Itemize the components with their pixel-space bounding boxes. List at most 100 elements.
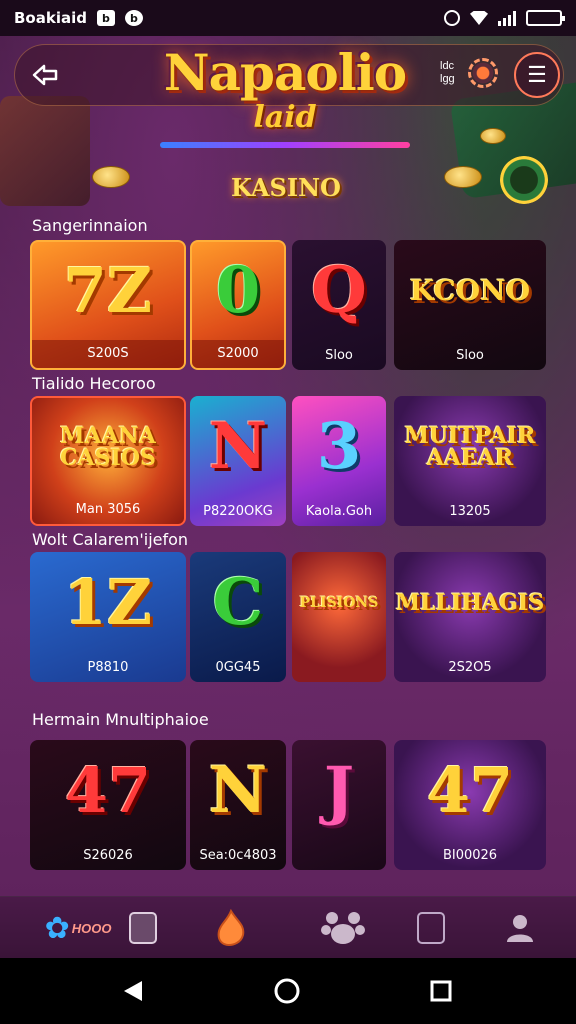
game-card[interactable]: 47 S26026 — [30, 740, 186, 870]
game-card[interactable]: PLISIONS — [292, 552, 386, 682]
header-small-line2: lgg — [440, 73, 455, 85]
settings-gear-icon[interactable] — [468, 58, 498, 88]
game-card[interactable]: J — [292, 740, 386, 870]
game-card-label: S2000 — [192, 340, 284, 368]
game-card-label: Man 3056 — [75, 502, 141, 517]
circle-home-icon — [274, 978, 300, 1004]
screen: Boakiaid b b Napaolio laid KASINO ldc lg — [0, 0, 576, 1024]
game-card-art: Q — [292, 240, 386, 342]
game-card-art: 47 — [30, 740, 186, 842]
menu-button[interactable]: ☰ — [514, 52, 560, 98]
game-card-label: Sloo — [456, 348, 484, 363]
game-card-title: N — [208, 409, 268, 484]
battery-icon — [526, 10, 565, 26]
nav-profile[interactable] — [500, 897, 540, 959]
logo-ribbon — [160, 142, 410, 148]
app-icon: b — [124, 10, 143, 26]
game-card-label: Kaola.Goh — [305, 504, 373, 519]
section-title: Sangerinnaion — [32, 216, 148, 235]
game-card[interactable]: MUITPAIR AAEAR 13205 — [394, 396, 546, 526]
game-card-title: MUITPAIR AAEAR — [404, 423, 536, 471]
nav-home[interactable]: ✿ HOOO — [30, 897, 126, 959]
system-recents-button[interactable] — [418, 958, 464, 1024]
game-card-art: MLLIHAGIS — [394, 552, 546, 654]
back-button[interactable] — [22, 56, 68, 94]
game-card-art: KCONO — [394, 240, 546, 342]
system-back-button[interactable] — [110, 958, 156, 1024]
game-card[interactable]: C 0GG45 — [190, 552, 286, 682]
coin-decoration — [444, 166, 482, 188]
game-card-title: J — [323, 753, 355, 828]
nav-games-active[interactable] — [206, 897, 256, 959]
game-card-title: 1Z — [63, 566, 153, 639]
hamburger-menu-icon: ☰ — [527, 62, 547, 87]
signal-icon — [498, 10, 516, 26]
paw-icon — [321, 912, 365, 944]
triangle-back-icon — [124, 981, 142, 1001]
alarm-icon — [444, 10, 460, 26]
game-card-title: 47 — [64, 754, 152, 827]
game-card-title: MAANA CASIOS — [60, 423, 156, 471]
game-card-art: MAANA CASIOS — [32, 398, 184, 496]
game-card[interactable]: 0 S2000 — [190, 240, 286, 370]
game-card-title: 3 — [316, 409, 362, 484]
nav-home-label: HOOO — [71, 920, 112, 936]
back-arrow-icon — [32, 64, 58, 86]
game-card[interactable]: MLLIHAGIS 2S2O5 — [394, 552, 546, 682]
game-card-title: KCONO — [409, 274, 531, 307]
profile-icon — [507, 915, 533, 942]
game-card-label: S200S — [32, 340, 184, 368]
kasino-badge: KASINO — [231, 173, 341, 202]
nav-lock[interactable] — [124, 897, 162, 959]
square-recents-icon — [430, 980, 452, 1002]
system-home-button[interactable] — [264, 958, 310, 1024]
card-icon — [417, 912, 445, 944]
game-card-art: MUITPAIR AAEAR — [394, 396, 546, 498]
notification-icon: b — [96, 10, 115, 26]
game-card-title: N — [208, 753, 268, 828]
game-card-art: 0 — [192, 242, 284, 340]
game-card[interactable]: Q Sloo — [292, 240, 386, 370]
coin-decoration — [480, 128, 506, 144]
header-small-text: ldc lgg — [440, 60, 466, 86]
section-title: Wolt Calarem'ijefon — [32, 530, 189, 549]
app-logo: Napaolio laid — [140, 44, 430, 152]
nav-social[interactable] — [316, 897, 370, 959]
game-card-label: P8810 — [87, 660, 129, 675]
game-card-label: 0GG45 — [215, 660, 261, 675]
game-card[interactable]: 47 BI00026 — [394, 740, 546, 870]
lock-icon — [129, 912, 157, 944]
game-card-title: MLLIHAGIS — [395, 590, 545, 616]
game-card-title: 7Z — [63, 254, 153, 327]
wifi-icon — [470, 11, 488, 25]
game-card-art: PLISIONS — [292, 552, 386, 654]
game-card-label: 13205 — [449, 504, 491, 519]
nav-cards[interactable] — [414, 897, 448, 959]
game-card[interactable]: N P8220OKG — [190, 396, 286, 526]
game-card-label: P8220OKG — [203, 504, 273, 519]
game-card-label — [292, 654, 386, 682]
game-card[interactable]: MAANA CASIOS Man 3056 — [30, 396, 186, 526]
game-card[interactable]: 1Z P8810 — [30, 552, 186, 682]
game-card-title: 0 — [215, 253, 261, 328]
casino-chip-decoration — [500, 156, 548, 204]
game-card-art: N — [190, 740, 286, 842]
app-name: Boakiaid — [14, 9, 87, 27]
game-card[interactable]: 7Z S200S — [30, 240, 186, 370]
game-card-label: Sea:0c4803 — [199, 848, 277, 863]
game-card[interactable]: KCONO Sloo — [394, 240, 546, 370]
game-card-label: Sloo — [325, 348, 353, 363]
game-card-art: C — [190, 552, 286, 654]
flame-icon — [217, 909, 245, 947]
status-bar: Boakiaid b b — [0, 0, 576, 36]
game-card-title: Q — [311, 253, 367, 328]
game-card[interactable]: N Sea:0c4803 — [190, 740, 286, 870]
game-card-art: 1Z — [30, 552, 186, 654]
home-logo-icon: ✿ — [44, 911, 70, 945]
slot-machine-decoration — [0, 96, 90, 206]
game-card-title: PLISIONS — [299, 595, 379, 611]
game-card-title: 47 — [426, 754, 514, 827]
game-card[interactable]: 3 Kaola.Goh — [292, 396, 386, 526]
game-card-label — [292, 842, 386, 870]
game-card-art: N — [190, 396, 286, 498]
